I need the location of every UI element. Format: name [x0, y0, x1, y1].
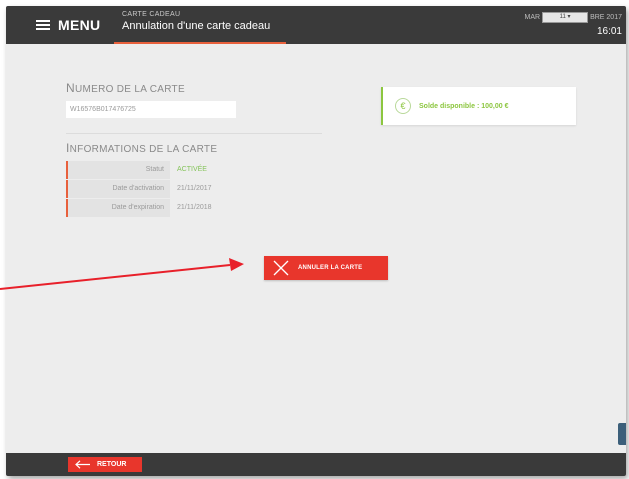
balance-text: Solde disponible : 100,00 € — [419, 102, 509, 110]
side-handle[interactable] — [618, 423, 626, 445]
back-button[interactable]: RETOUR — [68, 457, 142, 472]
card-number-field[interactable] — [66, 101, 236, 118]
menu-button[interactable]: MENU — [6, 6, 114, 44]
card-number-heading-rest: UMERO DE LA CARTE — [74, 84, 185, 95]
date-suffix: BRE 2017 — [590, 14, 622, 21]
cancel-card-label: ANNULER LA CARTE — [298, 265, 363, 271]
date-prefix: MAR — [524, 14, 541, 21]
info-row-expiration-date: Date d'expiration 21/11/2018 — [66, 199, 238, 217]
page-title: Annulation d'une carte cadeau — [122, 20, 271, 32]
info-row-activation-date: Date d'activation 21/11/2017 — [66, 180, 238, 198]
expiration-date-label: Date d'expiration — [66, 199, 170, 217]
clock-time: 16:01 — [596, 26, 622, 37]
activation-date-value: 21/11/2017 — [177, 185, 212, 192]
euro-icon: € — [395, 98, 411, 114]
title-block: CARTE CADEAU Annulation d'une carte cade… — [122, 11, 270, 32]
expiration-date-value: 21/11/2018 — [177, 204, 212, 211]
chevron-down-icon: ▾ — [567, 14, 571, 20]
app-screen: MENU CARTE CADEAU Annulation d'une carte… — [6, 6, 626, 476]
menu-label: MENU — [58, 17, 101, 33]
date-time: MAR 11 ▾ BRE 2017 16:01 — [525, 12, 622, 37]
cancel-card-button[interactable]: ANNULER LA CARTE — [264, 256, 388, 280]
divider — [66, 133, 322, 134]
section-label: CARTE CADEAU — [122, 11, 181, 18]
arrow-left-icon — [75, 460, 90, 469]
card-info-heading-rest: NFORMATIONS DE LA CARTE — [69, 144, 218, 155]
back-label: RETOUR — [97, 461, 127, 468]
card-number-heading-initial: N — [66, 81, 75, 95]
info-row-status: Statut ACTIVÉE — [66, 161, 238, 179]
card-info-table: Statut ACTIVÉE Date d'activation 21/11/2… — [66, 161, 238, 218]
balance-box: € Solde disponible : 100,00 € — [381, 87, 576, 125]
date-select[interactable]: 11 ▾ — [542, 12, 589, 23]
date-select-value: 11 — [559, 14, 566, 20]
bottom-bar: RETOUR — [6, 453, 626, 476]
card-number-heading: NUMERO DE LA CARTE — [66, 81, 185, 95]
status-value: ACTIVÉE — [177, 166, 207, 173]
date-line: MAR 11 ▾ BRE 2017 — [525, 12, 622, 23]
close-icon — [273, 260, 289, 276]
card-info-heading: INFORMATIONS DE LA CARTE — [66, 141, 217, 155]
top-bar: MENU CARTE CADEAU Annulation d'une carte… — [6, 6, 626, 44]
hamburger-icon — [36, 18, 50, 32]
status-label: Statut — [66, 161, 170, 179]
activation-date-label: Date d'activation — [66, 180, 170, 198]
title-underline — [114, 42, 286, 44]
